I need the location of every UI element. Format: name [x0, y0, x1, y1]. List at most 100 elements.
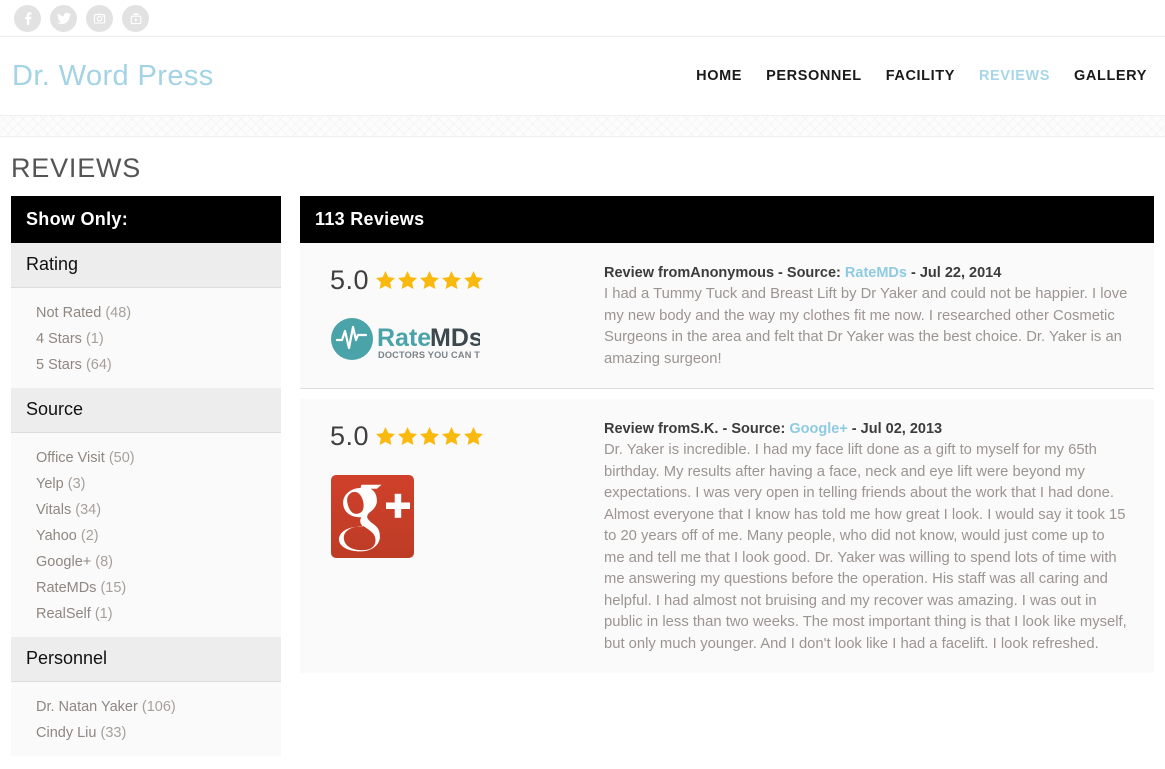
star-rating — [375, 426, 484, 447]
site-brand[interactable]: Dr. Word Press — [12, 60, 214, 93]
nav-item-personnel[interactable]: PERSONNEL — [766, 68, 862, 84]
facet-item-dr-natan-yaker[interactable]: Dr. Natan Yaker (106) — [11, 694, 281, 720]
star-icon — [442, 427, 461, 446]
facet-count: (3) — [67, 476, 86, 492]
facet-item-cindy-liu[interactable]: Cindy Liu (33) — [11, 720, 281, 746]
review-content-column: Review fromS.K. - Source: Google+ - Jul … — [604, 421, 1140, 655]
facet-label: 5 Stars — [36, 357, 82, 373]
nav-item-reviews[interactable]: REVIEWS — [979, 68, 1050, 84]
star-rating — [375, 270, 484, 291]
youtube-icon[interactable] — [122, 4, 149, 32]
review-date-separator: - — [906, 265, 920, 281]
facet-count: (1) — [85, 331, 104, 347]
twitter-icon[interactable] — [50, 4, 77, 32]
facet-label: RealSelf — [36, 606, 91, 622]
facebook-icon[interactable] — [14, 4, 41, 32]
facet-label: Dr. Natan Yaker — [36, 699, 138, 715]
review-date: Jul 02, 2013 — [860, 421, 943, 437]
facet-item-ratemds[interactable]: RateMDs (15) — [11, 575, 281, 601]
star-icon — [376, 271, 395, 290]
star-icon — [420, 427, 439, 446]
facet-count: (50) — [108, 450, 135, 466]
rating-row: 5.0 — [330, 265, 604, 296]
facet-item-yahoo[interactable]: Yahoo (2) — [11, 523, 281, 549]
sidebar-header: Show Only: — [11, 196, 281, 243]
masthead: Dr. Word Press HOME PERSONNEL FACILITY R… — [0, 37, 1165, 115]
sidebar-body: Rating Not Rated (48) 4 Stars (1) 5 Star… — [11, 243, 281, 756]
review-rating-column: 5.0 Rate MDs DOCTORS YOU CAN T — [314, 265, 604, 370]
facet-item-google-plus[interactable]: Google+ (8) — [11, 549, 281, 575]
main-layout: Show Only: Rating Not Rated (48) 4 Stars… — [0, 196, 1165, 756]
facet-item-realself[interactable]: RealSelf (1) — [11, 601, 281, 627]
header-texture-divider — [0, 115, 1165, 137]
facet-item-office-visit[interactable]: Office Visit (50) — [11, 445, 281, 471]
review-source-label: - Source: — [718, 421, 790, 437]
facet-label: 4 Stars — [36, 331, 82, 347]
facet-item-not-rated[interactable]: Not Rated (48) — [11, 300, 281, 326]
nav-item-facility[interactable]: FACILITY — [886, 68, 955, 84]
facet-item-yelp[interactable]: Yelp (3) — [11, 471, 281, 497]
review-source-label: - Source: — [774, 265, 845, 281]
facet-list-rating: Not Rated (48) 4 Stars (1) 5 Stars (64) — [11, 288, 281, 388]
star-icon — [398, 271, 417, 290]
facet-count: (34) — [75, 502, 102, 518]
star-icon — [464, 427, 483, 446]
facet-list-personnel: Dr. Natan Yaker (106) Cindy Liu (33) — [11, 682, 281, 756]
facet-item-vitals[interactable]: Vitals (34) — [11, 497, 281, 523]
facet-label: Cindy Liu — [36, 725, 97, 741]
star-icon — [420, 271, 439, 290]
facet-count: (48) — [105, 305, 132, 321]
facet-label: Vitals — [36, 502, 72, 518]
review-date: Jul 22, 2014 — [919, 265, 1002, 281]
rating-value: 5.0 — [330, 265, 370, 295]
review-source-link[interactable]: Google+ — [789, 421, 847, 437]
review-date-separator: - — [847, 421, 861, 437]
facet-label: Not Rated — [36, 305, 102, 321]
facet-group-title-personnel: Personnel — [11, 637, 281, 682]
review-item: 5.0 Rate MDs DOCTORS YOU CAN T Review fr… — [300, 243, 1154, 389]
reviews-count-header: 113 Reviews — [300, 196, 1154, 243]
filter-sidebar: Show Only: Rating Not Rated (48) 4 Stars… — [11, 196, 281, 756]
review-meta-prefix: Review from — [604, 421, 691, 437]
svg-text:DOCTORS YOU CAN TRUST: DOCTORS YOU CAN TRUST — [378, 350, 480, 360]
reviews-column: 113 Reviews 5.0 Rate MDs DOCTORS YOU CAN… — [300, 196, 1154, 673]
review-meta: Review fromS.K. - Source: Google+ - Jul … — [604, 421, 1128, 437]
svg-text:MDs: MDs — [430, 324, 480, 352]
review-content-column: Review fromAnonymous - Source: RateMDs -… — [604, 265, 1140, 370]
facet-count: (64) — [85, 357, 112, 373]
facet-count: (8) — [95, 554, 113, 570]
instagram-icon[interactable] — [86, 4, 113, 32]
facet-item-4-stars[interactable]: 4 Stars (1) — [11, 326, 281, 352]
facet-item-5-stars[interactable]: 5 Stars (64) — [11, 352, 281, 378]
main-navigation: HOME PERSONNEL FACILITY REVIEWS GALLERY — [696, 68, 1151, 84]
page-title: REVIEWS — [11, 153, 142, 183]
facet-label: Google+ — [36, 554, 92, 570]
review-text: I had a Tummy Tuck and Breast Lift by Dr… — [604, 286, 1128, 367]
review-rating-column: 5.0 — [314, 421, 604, 655]
svg-text:Rate: Rate — [377, 324, 431, 352]
facet-count: (33) — [100, 725, 127, 741]
facet-label: Yelp — [36, 476, 64, 492]
review-source-link[interactable]: RateMDs — [845, 265, 907, 281]
google-plus-logo — [330, 474, 604, 564]
review-author: Anonymous — [690, 265, 775, 281]
nav-item-gallery[interactable]: GALLERY — [1074, 68, 1147, 84]
facet-label: RateMDs — [36, 580, 97, 596]
star-icon — [464, 271, 483, 290]
review-item: 5.0 Review fromS.K. - Source: Google+ - … — [300, 399, 1154, 673]
facet-label: Office Visit — [36, 450, 105, 466]
facet-group-title-rating: Rating — [11, 243, 281, 288]
review-text: Dr. Yaker is incredible. I had my face l… — [604, 442, 1127, 652]
star-icon — [398, 427, 417, 446]
review-meta-prefix: Review from — [604, 265, 691, 281]
facet-count: (1) — [94, 606, 113, 622]
facet-count: (15) — [100, 580, 127, 596]
reviews-list: 5.0 Rate MDs DOCTORS YOU CAN T Review fr… — [300, 243, 1154, 673]
review-separator — [300, 389, 1154, 399]
social-bar — [0, 0, 1165, 37]
facet-count: (2) — [80, 528, 99, 544]
star-icon — [442, 271, 461, 290]
rating-value: 5.0 — [330, 421, 370, 451]
rating-row: 5.0 — [330, 421, 604, 452]
nav-item-home[interactable]: HOME — [696, 68, 742, 84]
